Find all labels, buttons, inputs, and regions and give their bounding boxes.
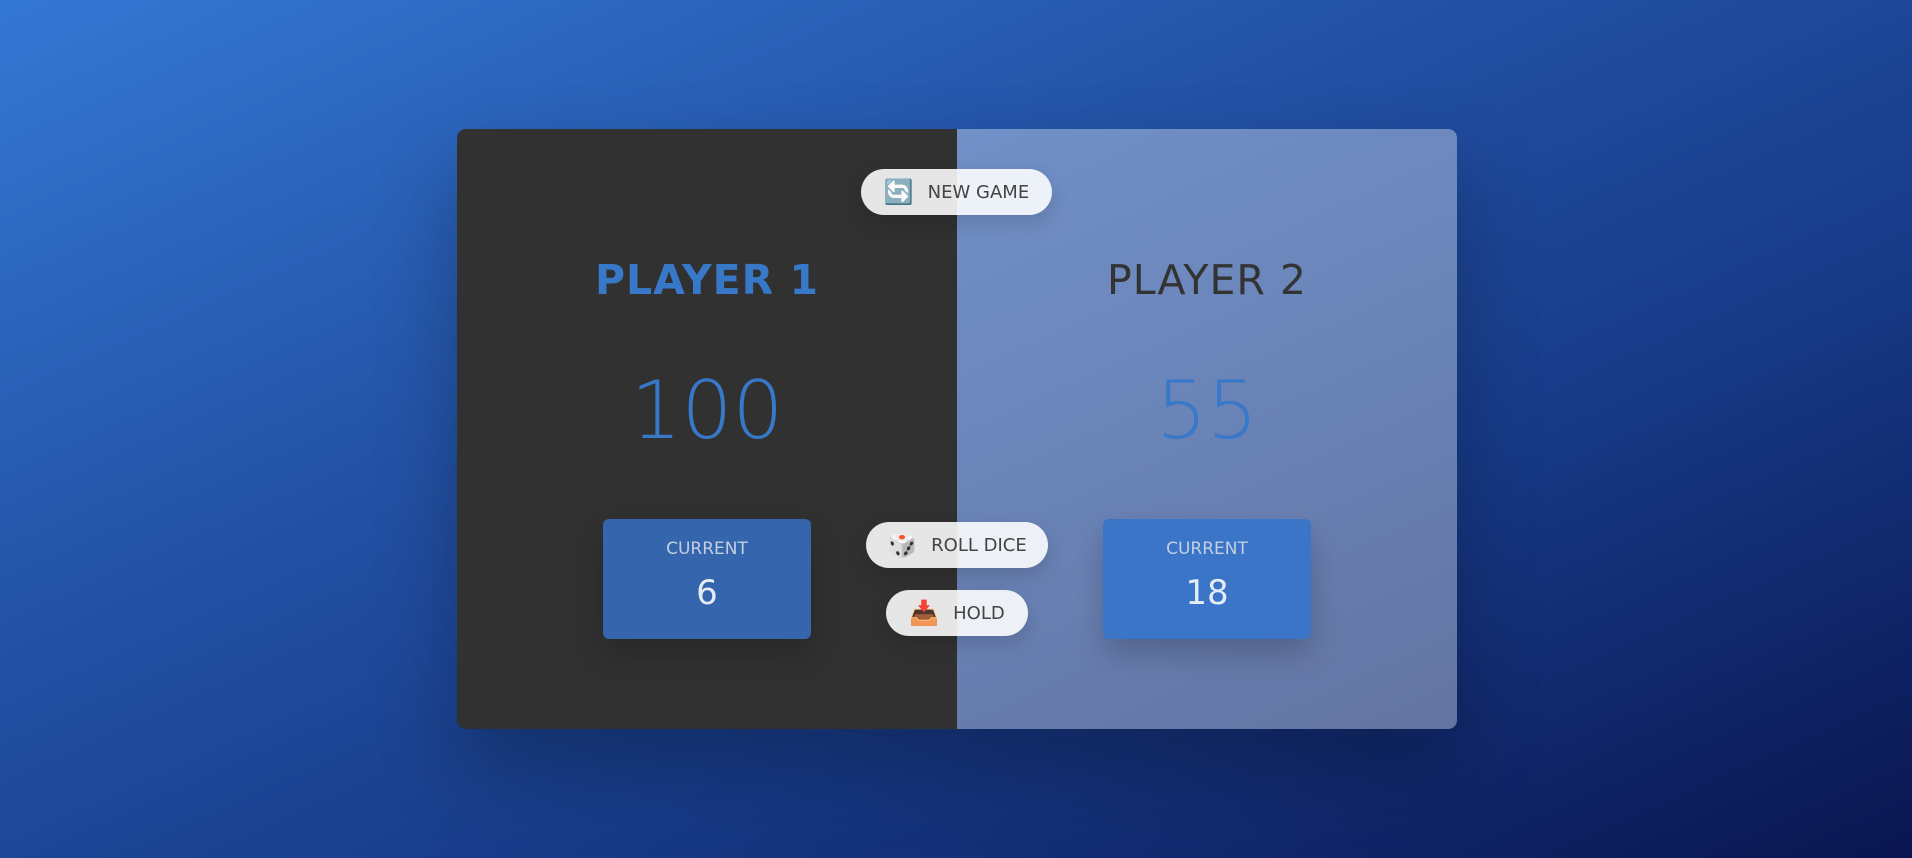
player-1-current-score: 6 xyxy=(696,573,718,613)
inbox-tray-icon: 📥 xyxy=(909,599,940,627)
dice-icon: 🎲 xyxy=(887,531,918,559)
hold-button[interactable]: 📥 HOLD xyxy=(886,590,1028,636)
player-2-panel: PLAYER 2 55 CURRENT 18 xyxy=(957,129,1457,729)
refresh-icon: 🔄 xyxy=(883,178,914,206)
player-1-score: 100 xyxy=(630,364,784,457)
player-1-current-label: CURRENT xyxy=(666,539,748,559)
new-game-button[interactable]: 🔄 NEW GAME xyxy=(861,169,1052,215)
player-2-current-box: CURRENT 18 xyxy=(1103,519,1311,639)
player-1-current-box: CURRENT 6 xyxy=(603,519,811,639)
player-2-score: 55 xyxy=(1156,364,1258,457)
player-2-current-score: 18 xyxy=(1185,573,1229,613)
hold-label: HOLD xyxy=(953,602,1005,624)
player-2-current-label: CURRENT xyxy=(1166,539,1248,559)
roll-dice-label: ROLL DICE xyxy=(931,534,1027,556)
player-1-panel: PLAYER 1 100 CURRENT 6 xyxy=(457,129,957,729)
player-2-name: PLAYER 2 xyxy=(1107,256,1307,305)
game-board: PLAYER 1 100 CURRENT 6 PLAYER 2 55 CURRE… xyxy=(457,129,1457,729)
new-game-label: NEW GAME xyxy=(927,181,1030,203)
player-1-name: PLAYER 1 xyxy=(594,256,820,305)
roll-dice-button[interactable]: 🎲 ROLL DICE xyxy=(866,522,1048,568)
